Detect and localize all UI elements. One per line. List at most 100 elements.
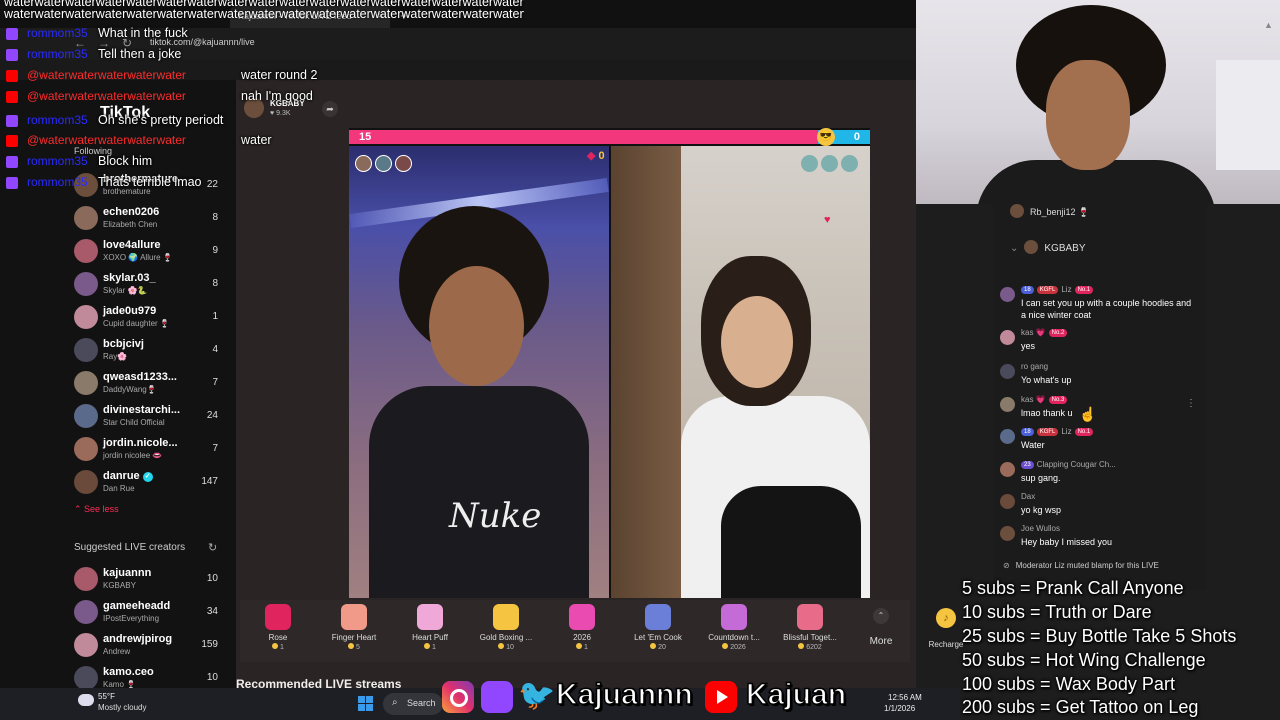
user-subtitle: DaddyWang🍷 xyxy=(103,385,157,394)
scroll-up-icon[interactable]: ▲ xyxy=(1264,20,1273,30)
chat-username[interactable]: 18 KGFL Liz No.1 xyxy=(1021,285,1096,294)
coin-icon xyxy=(798,643,805,649)
chat-username[interactable]: 18 KGFL Liz No.1 xyxy=(1021,427,1096,436)
stream-chat-user: rommom35 xyxy=(27,113,88,127)
gift-icon xyxy=(645,604,671,630)
avatar[interactable] xyxy=(1000,526,1015,541)
level-badge: 23 xyxy=(1021,461,1034,469)
clock-time[interactable]: 12:56 AM xyxy=(888,693,922,702)
user-name: divinestarchi... xyxy=(103,404,180,416)
user-subtitle: IPostEverything xyxy=(103,614,160,623)
more-gifts-button[interactable]: ⌃ More xyxy=(864,608,898,658)
gifter-avatar[interactable] xyxy=(355,155,372,172)
live-video[interactable]: Nuke 15 😎 0 ◆ 0 ♥ xyxy=(349,128,870,598)
windows-start-icon[interactable] xyxy=(358,696,374,712)
user-name-text: danrue xyxy=(103,470,140,482)
gift-name: Let 'Em Cook xyxy=(634,633,682,642)
chat-host-user[interactable]: ⌄ KGBABY xyxy=(1010,240,1086,254)
stream-chat-user: @waterwaterwaterwaterwater xyxy=(27,68,186,82)
following-user[interactable]: qweasd1233... DaddyWang🍷 7 xyxy=(74,369,224,399)
coin-icon xyxy=(576,643,583,649)
weather-temp[interactable]: 55°F xyxy=(98,692,115,701)
chat-spam-line: waterwaterwaterwaterwaterwaterwaterwater… xyxy=(4,0,524,20)
following-user[interactable]: echen0206 Elizabeth Chen 8 xyxy=(74,204,224,234)
stream-chat-message: Oh she's pretty periodt xyxy=(98,113,224,127)
following-user[interactable]: bcbjcivj Ray🌸 4 xyxy=(74,336,224,366)
chat-username[interactable]: ro gang xyxy=(1021,362,1051,371)
host-likes: ♥ 9.3K xyxy=(270,110,291,117)
avatar xyxy=(74,239,98,263)
gift-item[interactable]: Finger Heart 5 xyxy=(319,604,389,660)
refresh-icon[interactable]: ↻ xyxy=(208,541,217,554)
gift-item[interactable]: 2026 1 xyxy=(547,604,617,660)
avatar[interactable] xyxy=(1000,364,1015,379)
empty-gifter-icon xyxy=(801,155,818,172)
search-icon: ⌕ xyxy=(392,697,398,708)
avatar[interactable] xyxy=(1000,429,1015,444)
chat-username-text: kas 💗 xyxy=(1021,395,1046,404)
cloud-icon xyxy=(78,694,94,706)
avatar[interactable] xyxy=(1000,330,1015,345)
gifter-avatar[interactable] xyxy=(395,155,412,172)
gift-item[interactable]: Gold Boxing ... 10 xyxy=(471,604,541,660)
gift-price-value: 6202 xyxy=(806,644,822,651)
gift-item[interactable]: Blissful Toget... 6202 xyxy=(775,604,845,660)
suggested-user[interactable]: andrewjpirog Andrew 159 xyxy=(74,631,224,661)
viewer-count: 24 xyxy=(206,410,218,421)
chat-username[interactable]: Dax xyxy=(1021,492,1038,501)
gift-item[interactable]: Rose 1 xyxy=(243,604,313,660)
avatar[interactable] xyxy=(1000,287,1015,302)
user-subtitle: Dan Rue xyxy=(103,484,135,493)
share-icon[interactable]: ➦ xyxy=(322,101,338,117)
chat-text: Yo what's up xyxy=(1021,375,1072,385)
following-user[interactable]: love4allure XOXO 🌍 Allure 🍷 9 xyxy=(74,237,224,267)
gift-name: 2026 xyxy=(573,633,591,642)
gift-item[interactable]: Let 'Em Cook 20 xyxy=(623,604,693,660)
following-user[interactable]: jade0u979 Cupid daughter 🍷 1 xyxy=(74,303,224,333)
suggested-user[interactable]: kajuannn KGBABY 10 xyxy=(74,565,224,595)
following-user[interactable]: skylar.03_ Skylar 🌸🐍 8 xyxy=(74,270,224,300)
gift-price: 10 xyxy=(471,643,541,651)
more-options-icon[interactable]: ⋮ xyxy=(1186,398,1196,409)
chat-username[interactable]: kas 💗 No.3 xyxy=(1021,395,1070,404)
chat-username[interactable]: kas 💗 No.2 xyxy=(1021,328,1070,337)
stream-chat-message: What in the fuck xyxy=(98,26,188,40)
user-subtitle: Skylar 🌸🐍 xyxy=(103,286,148,295)
gift-name: Rose xyxy=(268,633,288,642)
gift-item[interactable]: Heart Puff 1 xyxy=(395,604,465,660)
clock-date: 1/1/2026 xyxy=(884,704,916,713)
suggested-user[interactable]: gameeheadd IPostEverything 34 xyxy=(74,598,224,628)
rank-badge: No.1 xyxy=(1074,286,1094,294)
avatar[interactable] xyxy=(1000,494,1015,509)
host-likes-value: 9.3K xyxy=(276,110,291,117)
see-less-link[interactable]: ⌃ See less xyxy=(74,504,119,515)
youtube-icon xyxy=(6,70,18,82)
gift-item[interactable]: Countdown t... 2026 xyxy=(699,604,769,660)
gifter-avatar[interactable] xyxy=(375,155,392,172)
avatar[interactable] xyxy=(1000,397,1015,412)
user-name: danrue ✓ xyxy=(103,470,153,482)
user-name: jordin.nicole... xyxy=(103,437,178,449)
rank-badge: No.1 xyxy=(1074,428,1094,436)
sub-goal: 10 subs = Truth or Dare xyxy=(962,602,1152,622)
following-user[interactable]: jordin.nicole... jordin nicolee 👄 7 xyxy=(74,435,224,465)
chat-text: Hey baby I missed you xyxy=(1021,537,1113,547)
gift-icon xyxy=(417,604,443,630)
chat-top-user[interactable]: Rb_benji12 🍷 xyxy=(1010,204,1089,218)
chevron-up-icon: ⌃ xyxy=(873,608,889,624)
coin-icon xyxy=(424,643,431,649)
weather-desc: Mostly cloudy xyxy=(98,703,147,712)
gift-price-value: 20 xyxy=(658,644,666,651)
following-user[interactable]: divinestarchi... Star Child Official 24 xyxy=(74,402,224,432)
streamer-face xyxy=(429,266,524,386)
chat-username[interactable]: Joe Wullos xyxy=(1021,524,1063,533)
following-user[interactable]: danrue ✓ Dan Rue 147 xyxy=(74,468,224,498)
chat-username[interactable]: 23 Clapping Cougar Ch... xyxy=(1021,460,1119,469)
webcam-overlay xyxy=(916,0,1280,204)
coin-icon xyxy=(498,643,505,649)
avatar[interactable] xyxy=(1000,462,1015,477)
sub-goal: 25 subs = Buy Bottle Take 5 Shots xyxy=(962,626,1237,646)
user-name-text: jordin.nicole... xyxy=(103,437,178,449)
guest-legs xyxy=(721,486,861,598)
user-name: kajuannn xyxy=(103,567,152,579)
